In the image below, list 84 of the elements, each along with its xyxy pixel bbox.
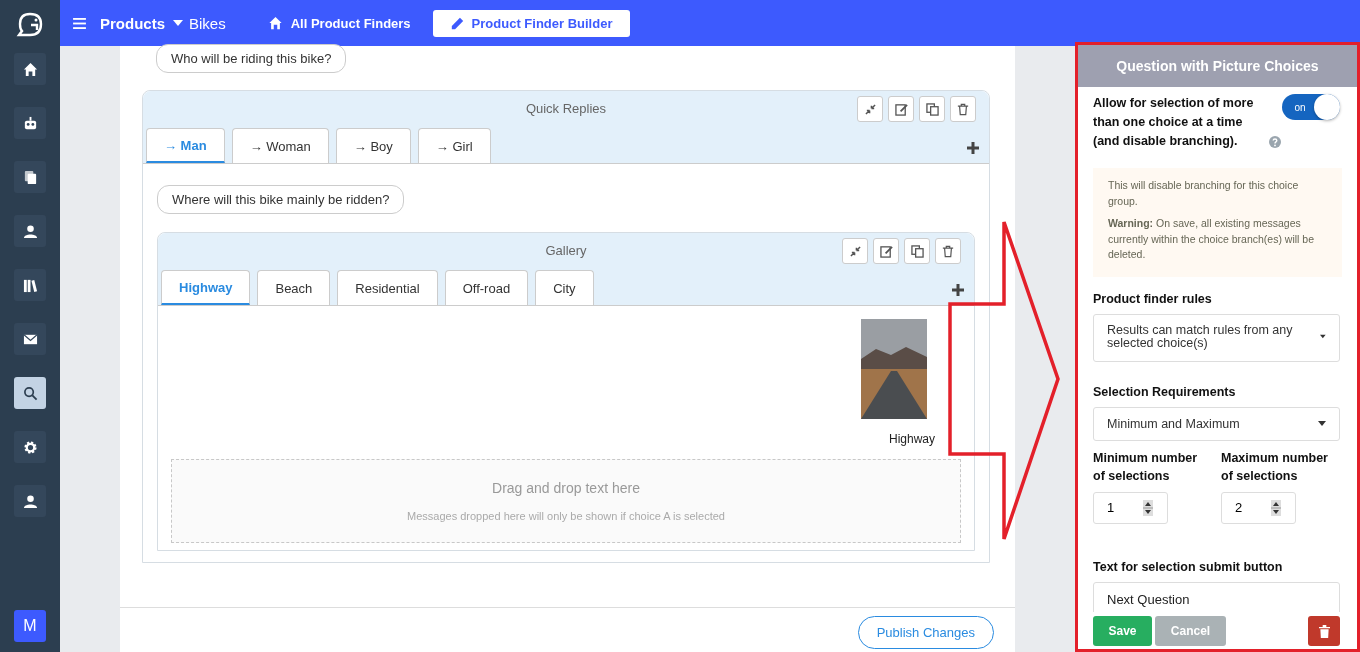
choice-tab[interactable]: → Boy (335, 128, 411, 163)
collapse-icon (849, 245, 861, 257)
delete-button[interactable] (950, 96, 976, 122)
choice-caption: Highway (888, 432, 935, 446)
mail-icon (22, 331, 38, 347)
sidebar-item[interactable] (14, 215, 46, 247)
search-icon (22, 385, 38, 401)
menu-icon[interactable] (73, 17, 86, 29)
drop-zone-title: Drag and drop text here (492, 480, 640, 496)
publish-button[interactable]: Publish Changes (857, 615, 994, 649)
section-dropdown[interactable]: Products (100, 14, 165, 32)
warning-text: Warning: On save, all existing messages currently within the choice branch(es) will be deleted. (1108, 216, 1315, 262)
number-field[interactable]: 1 (1093, 491, 1168, 524)
trash-icon (957, 102, 969, 116)
field-label: Selection Requirements (1093, 383, 1237, 401)
add-icon[interactable] (967, 142, 979, 154)
settings-icon (22, 439, 38, 455)
add-icon[interactable] (952, 284, 964, 296)
user-avatar[interactable]: M (14, 610, 46, 642)
nav-tab[interactable]: Product Finder Builder (432, 9, 631, 37)
subsection-label: Bikes (189, 14, 226, 32)
sidebar-item[interactable] (14, 377, 46, 409)
documents-icon (22, 169, 38, 185)
option-label: Allow for selection of more than one choice at a time (and disable branching). (1093, 95, 1255, 150)
spinner-icon[interactable] (1271, 499, 1281, 516)
choice-tab[interactable]: Residential (337, 270, 438, 305)
sidebar-item[interactable] (14, 161, 46, 193)
edit-button[interactable] (873, 238, 899, 264)
copy-icon (910, 244, 924, 258)
home-icon (22, 61, 38, 77)
collapse-icon (864, 103, 876, 115)
question-bubble[interactable]: Where will this bike mainly be ridden? (157, 185, 405, 214)
sidebar-item[interactable] (14, 323, 46, 355)
panel-title: Question with Picture Choices (1078, 45, 1357, 87)
question-bubble[interactable]: Who will be riding this bike? (156, 44, 347, 73)
home-icon (267, 16, 283, 30)
choice-tab[interactable]: Beach (257, 270, 331, 305)
choice-tab[interactable]: City (535, 270, 594, 305)
books-icon (22, 277, 38, 293)
trash-icon (942, 244, 954, 258)
delete-button[interactable] (935, 238, 961, 264)
user-icon (22, 223, 38, 239)
choice-tab[interactable]: → Man (146, 128, 225, 163)
number-field[interactable]: 2 (1221, 491, 1296, 524)
edit-icon (879, 244, 893, 258)
requirements-dropdown[interactable]: Minimum and Maximum (1093, 406, 1340, 441)
field-label: Product finder rules (1093, 290, 1213, 308)
caret-icon[interactable] (173, 20, 183, 26)
choice-tab[interactable]: Off-road (444, 270, 529, 305)
caret-icon (1320, 334, 1326, 339)
user-icon (22, 493, 38, 509)
sidebar-item[interactable] (14, 107, 46, 139)
sidebar-item[interactable] (14, 269, 46, 301)
sidebar-item[interactable] (14, 431, 46, 463)
drop-zone-hint: Messages dropped here will only be shown if choice A is selected (407, 510, 725, 522)
spinner-icon[interactable] (1143, 499, 1153, 516)
chat-bubble-logo-icon (16, 11, 44, 37)
copy-button[interactable] (904, 238, 930, 264)
collapse-button[interactable] (857, 96, 883, 122)
block-title: Quick Replies (525, 101, 607, 118)
block-title: Gallery (545, 243, 587, 260)
edit-button[interactable] (888, 96, 914, 122)
field-label: Minimum number of selections (1093, 449, 1199, 485)
collapse-button[interactable] (842, 238, 868, 264)
delete-button[interactable] (1308, 616, 1340, 646)
sidebar-item[interactable] (14, 53, 46, 85)
notice-text: This will disable branching for this choice group. (1108, 178, 1300, 209)
sidebar-item[interactable] (14, 485, 46, 517)
copy-button[interactable] (919, 96, 945, 122)
edit-icon (894, 102, 908, 116)
pencil-icon (450, 16, 464, 30)
caret-icon (1318, 421, 1326, 426)
robot-icon (22, 115, 38, 131)
nav-tab[interactable]: All Product Finders (255, 9, 423, 37)
toggle-switch[interactable]: on (1282, 94, 1340, 120)
trash-icon (1318, 624, 1330, 638)
copy-icon (925, 102, 939, 116)
rules-dropdown[interactable]: Results can match rules from any selected choice(s) (1093, 313, 1340, 362)
text-field[interactable]: Next Question (1093, 581, 1340, 612)
field-label: Text for selection submit button (1093, 558, 1284, 576)
choice-tab[interactable]: Highway (161, 270, 251, 305)
choice-tab[interactable]: → Girl (417, 128, 491, 163)
choice-tab[interactable]: → Woman (231, 128, 329, 163)
field-label: Maximum number of selections (1221, 449, 1329, 485)
